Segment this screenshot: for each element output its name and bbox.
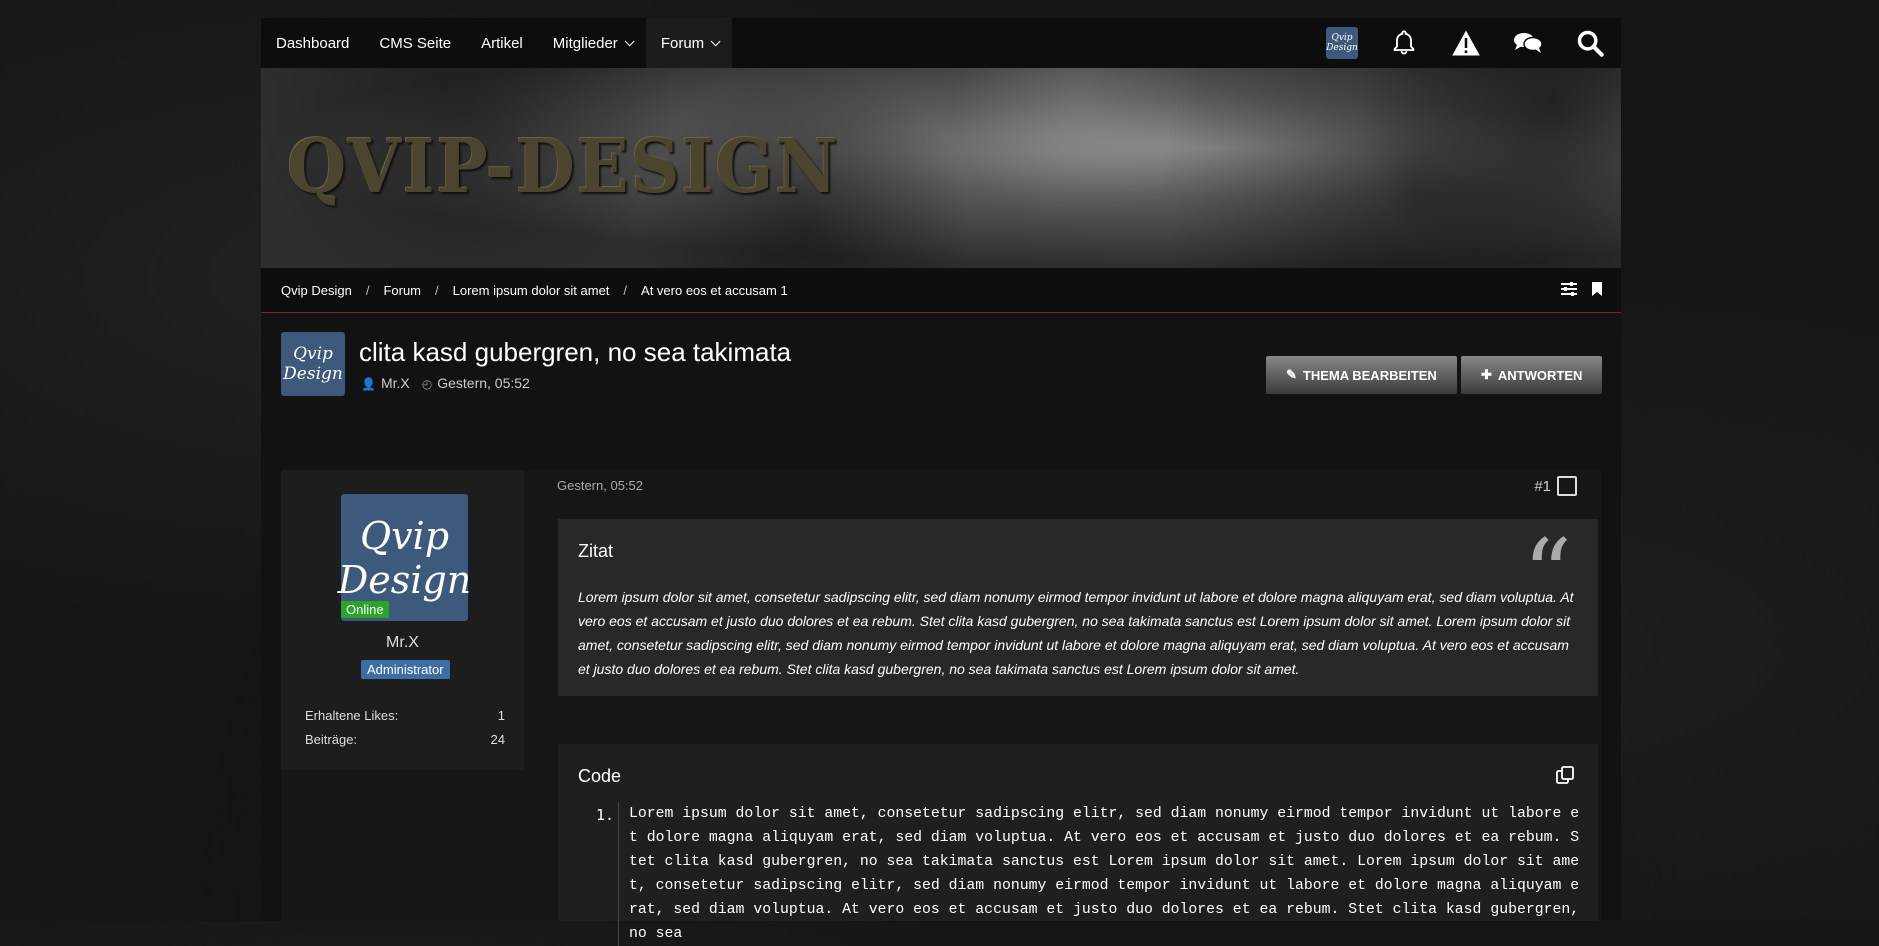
avatar-text: Qvip: [359, 513, 450, 558]
status-badge: Online: [341, 601, 389, 618]
user-avatar: Qvip Design: [1326, 27, 1358, 59]
nav-label: Forum: [660, 34, 705, 52]
warning-icon: [1452, 30, 1480, 56]
conversations-button[interactable]: [1497, 18, 1559, 68]
stat-value: 1: [497, 708, 505, 723]
stat-posts: Beiträge: 24: [305, 732, 505, 747]
quote-title: Zitat: [578, 541, 614, 561]
breadcrumb-item[interactable]: At vero eos et accusam 1: [641, 283, 788, 298]
nav-item-dashboard[interactable]: Dashboard: [261, 18, 364, 68]
select-post-checkbox[interactable]: [1557, 476, 1577, 496]
thread-meta: 👤 Mr.X ◴ Gestern, 05:52: [361, 375, 530, 391]
chat-icon: [1514, 33, 1543, 53]
breadcrumb-item[interactable]: Forum: [383, 283, 421, 298]
notifications-button[interactable]: [1373, 18, 1435, 68]
search-icon: [1577, 30, 1604, 57]
rank-badge: Administrator: [361, 660, 450, 679]
main-navigation: Dashboard CMS Seite Artikel Mitglieder F…: [261, 18, 1621, 68]
breadcrumb-separator: /: [623, 282, 628, 298]
nav-item-forum[interactable]: Forum: [645, 18, 733, 68]
nav-item-artikel[interactable]: Artikel: [466, 18, 538, 68]
bell-icon: [1393, 30, 1415, 55]
button-label: ANTWORTEN: [1497, 367, 1583, 383]
sliders-icon[interactable]: [1561, 282, 1577, 296]
nav-item-mitglieder[interactable]: Mitglieder: [538, 18, 646, 68]
avatar-text: Qvip: [293, 344, 333, 364]
date-text: Gestern, 05:52: [437, 375, 530, 391]
post-author-sidebar: Qvip Design Online Mr.X Administrator Er…: [281, 470, 524, 770]
post-1: Qvip Design Online Mr.X Administrator Er…: [281, 470, 1601, 946]
stat-likes: Erhaltene Likes: 1: [305, 708, 505, 723]
username[interactable]: Mr.X: [281, 634, 524, 652]
avatar-text: Design: [283, 364, 343, 384]
avatar-text: Qvip: [1331, 33, 1353, 43]
breadcrumb-actions: [1561, 282, 1603, 296]
reply-button[interactable]: ✚ ANTWORTEN: [1461, 356, 1603, 394]
thread-author-avatar[interactable]: Qvip Design: [281, 332, 345, 396]
avatar-text: Design: [337, 557, 472, 602]
stat-label: Erhaltene Likes:: [305, 708, 399, 723]
nav-label: Dashboard: [276, 34, 350, 52]
breadcrumb-separator: /: [435, 282, 439, 298]
search-button[interactable]: [1559, 18, 1621, 68]
user-icon: 👤: [361, 377, 376, 391]
chevron-down-icon: [710, 35, 721, 46]
bookmark-icon[interactable]: [1591, 282, 1603, 296]
code-line: Lorem ipsum dolor sit amet, consetetur s…: [618, 802, 1584, 946]
avatar-text: Design: [1326, 43, 1358, 53]
stat-label: Beiträge:: [305, 732, 358, 747]
nav-label: CMS Seite: [379, 34, 452, 52]
user-panel: Qvip Design: [1311, 18, 1621, 68]
post-date[interactable]: Gestern, 05:52: [557, 478, 643, 493]
moderation-button[interactable]: [1435, 18, 1497, 68]
clock-icon: ◴: [421, 377, 433, 391]
code-box: Code 1. Lorem ipsum dolor sit amet, cons…: [558, 744, 1598, 946]
breadcrumb: Qvip Design / Forum / Lorem ipsum dolor …: [261, 268, 1621, 313]
nav-label: Artikel: [481, 34, 523, 52]
stat-value: 24: [490, 732, 505, 747]
plus-icon: ✚: [1481, 367, 1492, 382]
nav-item-cms-seite[interactable]: CMS Seite: [364, 18, 466, 68]
thread-date: ◴ Gestern, 05:52: [422, 375, 530, 391]
breadcrumb-item[interactable]: Lorem ipsum dolor sit amet: [453, 283, 610, 298]
button-label: THEMA BEARBEITEN: [1302, 367, 1437, 383]
line-number: 1.: [596, 806, 615, 824]
breadcrumb-item[interactable]: Qvip Design: [281, 283, 352, 298]
author-name: Mr.X: [380, 375, 410, 391]
pencil-icon: ✎: [1286, 367, 1297, 382]
post-permalink[interactable]: #1: [1534, 478, 1551, 495]
thread-author[interactable]: 👤 Mr.X: [361, 375, 410, 391]
nav-label: Mitglieder: [552, 34, 618, 52]
quote-text: Lorem ipsum dolor sit amet, consetetur s…: [578, 589, 1574, 677]
edit-thread-button[interactable]: ✎ THEMA BEARBEITEN: [1266, 356, 1457, 394]
quote-box: Zitat “ Lorem ipsum dolor sit amet, cons…: [558, 519, 1598, 696]
thread-header: Qvip Design clita kasd gubergren, no sea…: [261, 313, 1621, 468]
page-title: clita kasd gubergren, no sea takimata: [359, 337, 792, 367]
breadcrumb-separator: /: [365, 282, 370, 298]
post-number: #1: [1534, 476, 1577, 496]
code-title: Code: [578, 766, 622, 786]
chevron-down-icon: [624, 35, 635, 46]
user-menu-button[interactable]: Qvip Design: [1311, 18, 1373, 68]
site-logo-text[interactable]: QVIP-DESIGN: [287, 124, 839, 210]
copy-icon[interactable]: [1556, 766, 1574, 784]
header-banner: QVIP-DESIGN: [261, 68, 1621, 268]
